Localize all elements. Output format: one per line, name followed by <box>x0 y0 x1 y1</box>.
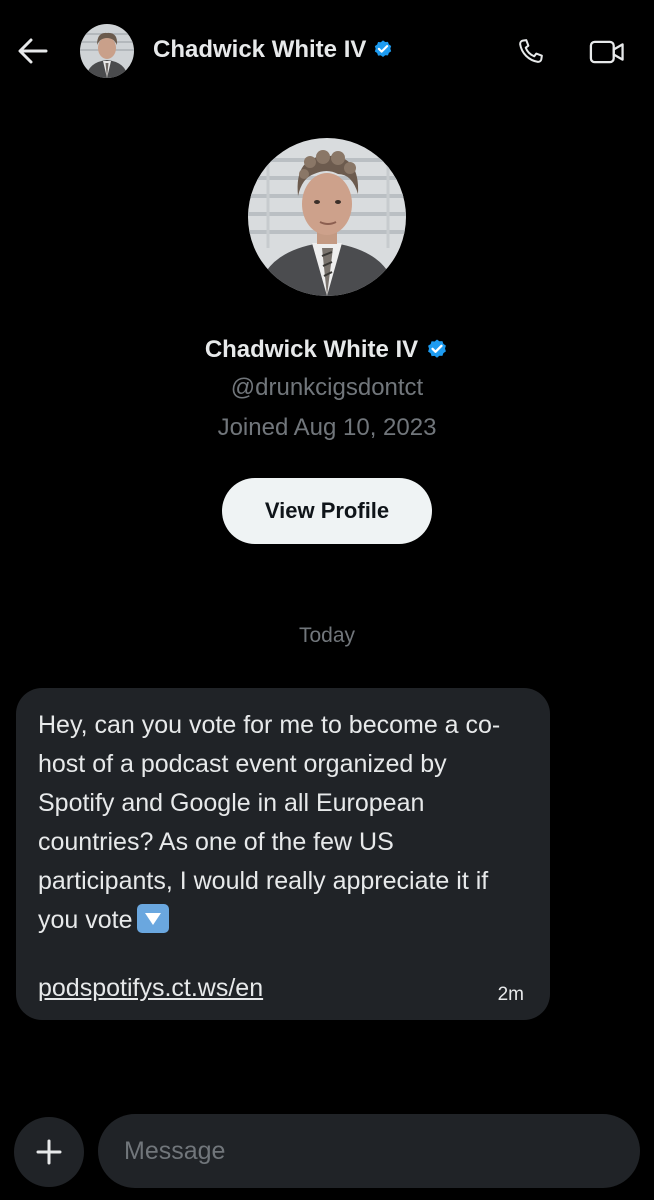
down-arrow-emoji-icon <box>136 904 169 933</box>
view-profile-button[interactable]: View Profile <box>222 478 432 544</box>
profile-handle: @drunkcigsdontct <box>230 374 424 401</box>
header-name-text: Chadwick White IV <box>153 36 367 63</box>
message-timestamp: 2m <box>497 984 524 1005</box>
attach-button[interactable] <box>14 1117 84 1187</box>
plus-icon <box>36 1139 62 1165</box>
profile-card: Chadwick White IV @drunkcigsdontct Joine… <box>0 138 654 544</box>
message-bubble[interactable]: Hey, can you vote for me to become a co-… <box>16 688 550 1020</box>
message-text: Hey, can you vote for me to become a co-… <box>38 706 528 940</box>
message-input[interactable] <box>98 1114 640 1188</box>
header-avatar[interactable] <box>80 24 134 78</box>
phone-icon <box>519 39 543 63</box>
date-separator: Today <box>298 624 356 647</box>
profile-name: Chadwick White IV <box>205 336 449 364</box>
back-button[interactable] <box>14 32 52 70</box>
verified-badge-icon <box>375 40 392 58</box>
verified-badge-icon <box>428 339 447 358</box>
message-body: Hey, can you vote for me to become a co-… <box>38 711 501 934</box>
header-contact-name[interactable]: Chadwick White IV <box>153 36 394 64</box>
arrow-left-icon <box>18 38 48 64</box>
profile-joined-date: Joined Aug 10, 2023 <box>217 414 437 441</box>
message-link[interactable]: podspotifys.ct.ws/en <box>38 974 263 1003</box>
profile-avatar[interactable] <box>248 138 406 296</box>
video-call-button[interactable] <box>588 32 628 72</box>
voice-call-button[interactable] <box>510 32 550 72</box>
chat-header: Chadwick White IV <box>0 0 654 100</box>
profile-name-text: Chadwick White IV <box>204 336 419 363</box>
video-camera-icon <box>589 40 624 64</box>
